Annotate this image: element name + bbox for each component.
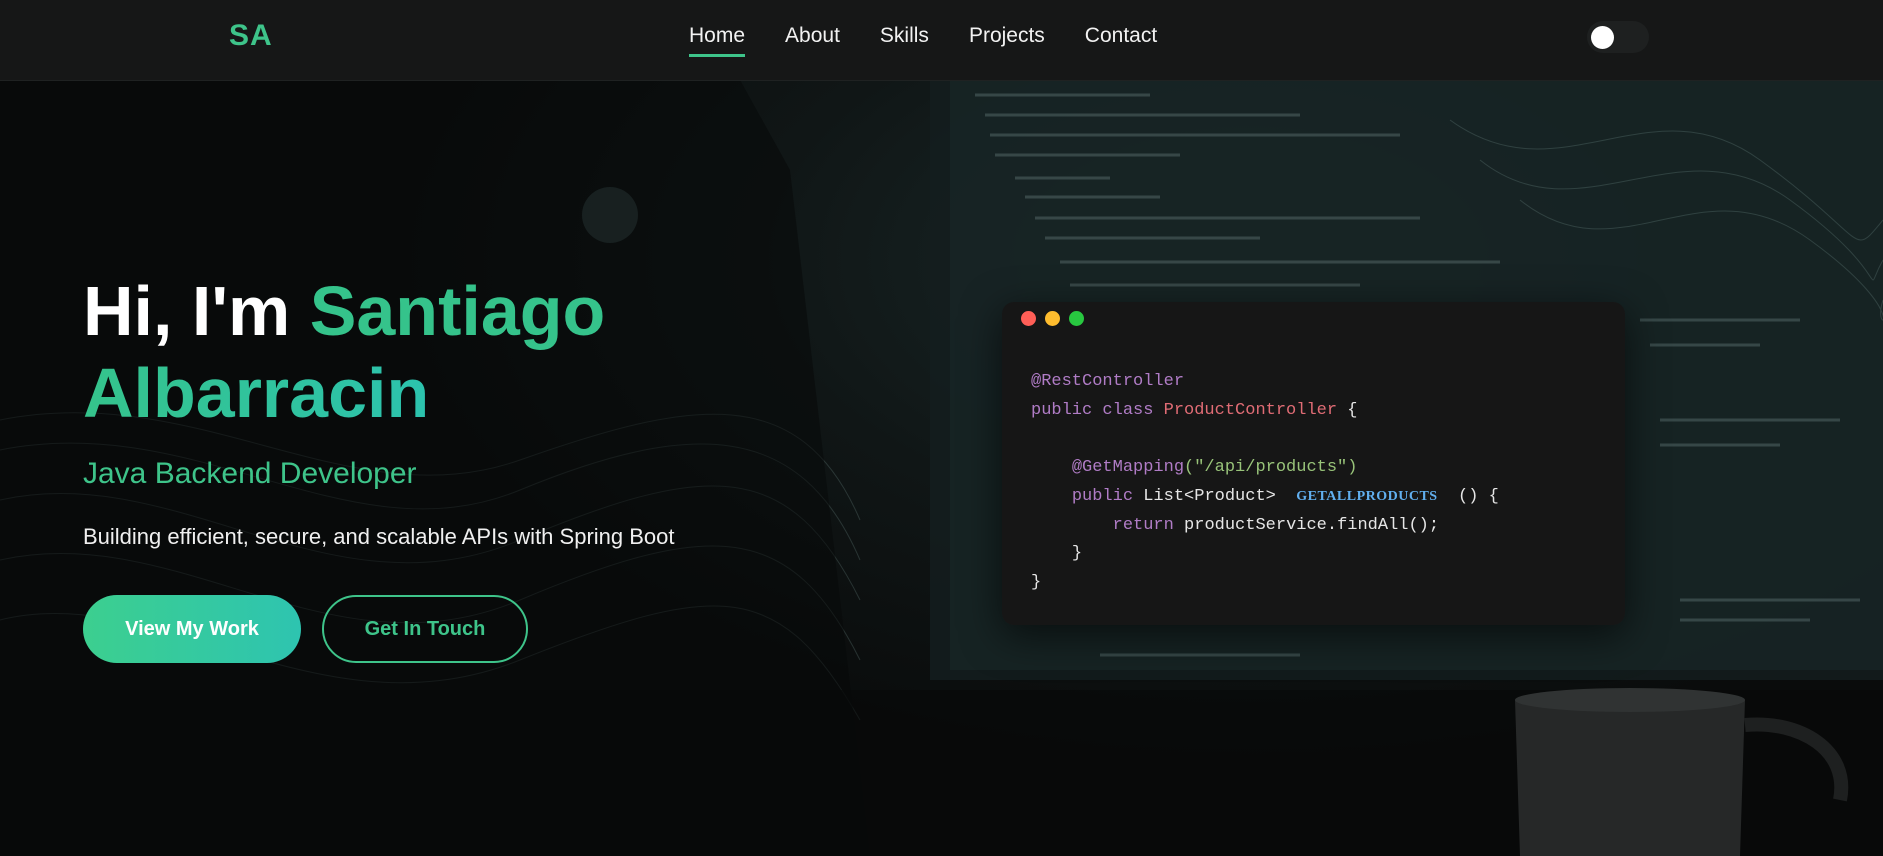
hero-first-name: Santiago [309,272,606,350]
code-brace: } [1071,544,1083,564]
view-my-work-button[interactable]: View My Work [83,595,301,663]
code-snippet-window: @RestController public class ProductCont… [1002,302,1625,625]
window-maximize-dot-icon [1069,311,1084,326]
code-annotation: @RestController [1031,372,1185,391]
code-method-name: GETALLPRODUCTS [1296,488,1438,504]
top-navbar: SA Home About Skills Projects Contact [0,0,1883,81]
code-keyword: public class [1031,400,1154,420]
window-close-dot-icon [1021,311,1036,326]
nav-item-projects[interactable]: Projects [969,24,1045,57]
code-expression: productService.findAll(); [1184,515,1440,535]
code-class-name: ProductController [1163,400,1338,420]
code-keyword: return [1112,515,1174,535]
code-brace: { [1347,400,1358,420]
hero-greeting: Hi, I'm [83,272,291,350]
main-nav: Home About Skills Projects Contact [689,24,1197,57]
portfolio-page: SA Home About Skills Projects Contact Hi… [0,0,1883,856]
theme-toggle-switch[interactable] [1587,21,1649,53]
nav-item-contact[interactable]: Contact [1085,24,1157,57]
code-brace: } [1031,572,1042,592]
code-keyword: public [1071,486,1134,506]
window-minimize-dot-icon [1045,311,1060,326]
hero-role: Java Backend Developer [83,457,417,490]
nav-item-skills[interactable]: Skills [880,24,929,57]
hero-tagline: Building efficient, secure, and scalable… [83,524,675,549]
hero-last-name: Albarracin [83,354,430,432]
code-params: () { [1458,486,1499,506]
hero-heading: Hi, I'm Santiago Albarracin [83,270,605,434]
nav-item-home[interactable]: Home [689,24,746,57]
code-string: ("/api/products") [1184,458,1358,478]
code-block: @RestController public class ProductCont… [1031,368,1499,598]
nav-item-about[interactable]: About [785,24,840,57]
code-annotation: @GetMapping [1071,458,1185,478]
get-in-touch-button[interactable]: Get In Touch [322,595,528,663]
window-controls [1021,311,1084,326]
site-logo[interactable]: SA [229,19,273,53]
code-type: List<Product> [1143,486,1276,506]
toggle-knob-icon [1591,26,1614,49]
